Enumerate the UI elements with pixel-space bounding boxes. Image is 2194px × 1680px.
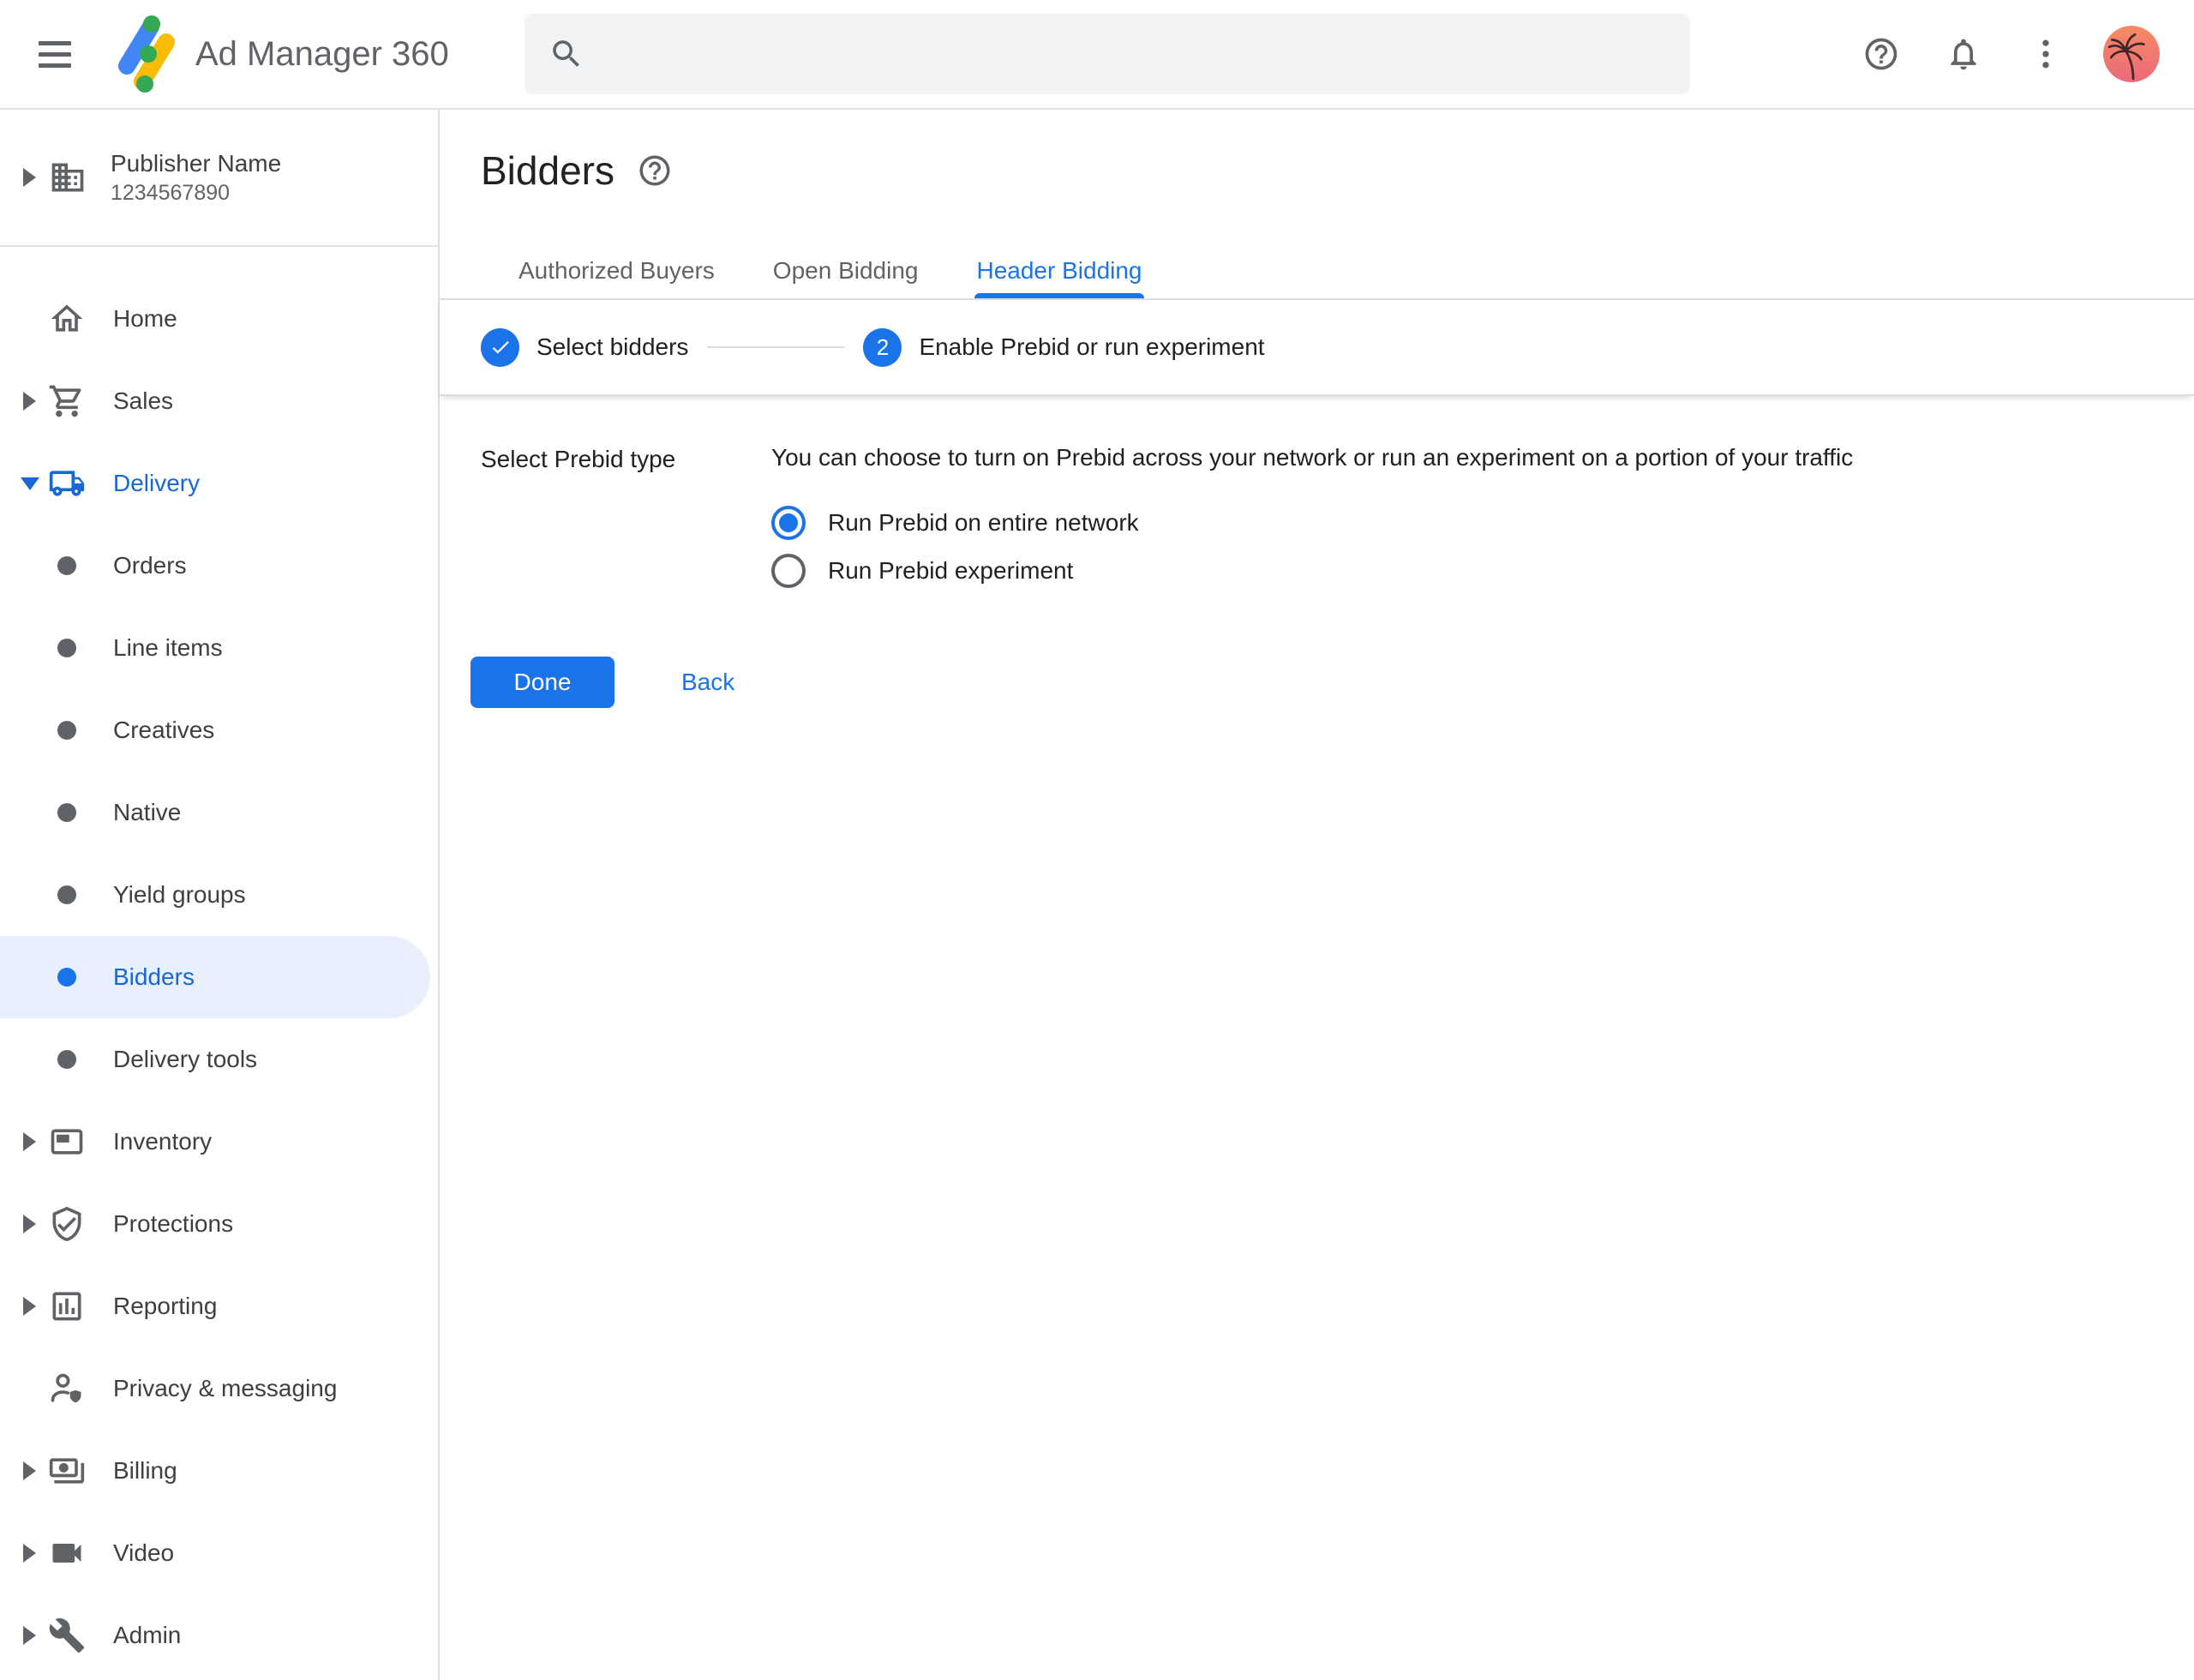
bullet-dot-icon: [48, 1041, 86, 1078]
step-1-completed-check-icon: [481, 328, 519, 367]
ad-manager-logo: [115, 13, 177, 95]
sidebar-item-orders[interactable]: Orders: [0, 525, 430, 607]
tab-open-bidding[interactable]: Open Bidding: [771, 243, 920, 298]
person-shield-icon: [48, 1370, 86, 1407]
sidebar-item-delivery[interactable]: Delivery: [0, 442, 430, 525]
step-connector: [707, 346, 844, 348]
building-icon: [49, 159, 87, 196]
publisher-switcher[interactable]: Publisher Name 1234567890: [0, 110, 438, 247]
help-icon[interactable]: [1849, 22, 1913, 86]
bullet-dot-icon: [48, 958, 86, 996]
search-input[interactable]: [605, 39, 1666, 69]
bar-chart-icon: [48, 1287, 86, 1325]
sidebar-item-delivery-tools[interactable]: Delivery tools: [0, 1018, 430, 1101]
step-2-number: 2: [863, 328, 902, 367]
sidebar-item-inventory[interactable]: Inventory: [0, 1101, 430, 1183]
home-icon: [48, 300, 86, 338]
main-content: Bidders Authorized Buyers Open Bidding H…: [440, 110, 2194, 1680]
radio-unselected-icon: [771, 554, 806, 588]
prebid-type-section: Select Prebid type You can choose to tur…: [440, 396, 2194, 595]
done-button[interactable]: Done: [471, 657, 614, 708]
sidebar: Publisher Name 1234567890 Home: [0, 110, 440, 1680]
prebid-type-radio-group: Run Prebid on entire network Run Prebid …: [771, 499, 2194, 595]
sidebar-item-home[interactable]: Home: [0, 278, 430, 360]
sidebar-item-native[interactable]: Native: [0, 771, 430, 854]
wrench-icon: [48, 1617, 86, 1654]
sidebar-item-protections[interactable]: Protections: [0, 1183, 430, 1265]
tab-authorized-buyers[interactable]: Authorized Buyers: [517, 243, 716, 298]
help-icon[interactable]: [637, 153, 673, 189]
sidebar-item-creatives[interactable]: Creatives: [0, 689, 430, 771]
search-bar[interactable]: [525, 14, 1690, 94]
publisher-name: Publisher Name: [111, 148, 281, 179]
triangle-right-icon: [23, 1626, 36, 1645]
bullet-dot-icon: [48, 629, 86, 667]
more-vertical-icon[interactable]: [2014, 22, 2077, 86]
search-icon: [548, 36, 584, 72]
bullet-dot-icon: [48, 876, 86, 914]
ad-unit-icon: [48, 1123, 86, 1161]
radio-run-prebid-entire-network[interactable]: Run Prebid on entire network: [771, 499, 2194, 547]
step-1-label: Select bidders: [537, 333, 688, 361]
top-app-bar: Ad Manager 360: [0, 0, 2194, 110]
prebid-type-description: You can choose to turn on Prebid across …: [771, 441, 2194, 475]
shield-check-icon: [48, 1205, 86, 1243]
bullet-dot-icon: [48, 711, 86, 749]
notifications-bell-icon[interactable]: [1932, 22, 1995, 86]
menu-icon[interactable]: [24, 23, 86, 85]
triangle-right-icon: [23, 1544, 36, 1563]
sidebar-item-yield-groups[interactable]: Yield groups: [0, 854, 430, 936]
page-title: Bidders: [481, 147, 614, 194]
truck-icon: [48, 465, 86, 502]
app-title: Ad Manager 360: [195, 35, 449, 74]
tab-bar: Authorized Buyers Open Bidding Header Bi…: [440, 243, 2194, 300]
triangle-right-icon: [23, 1297, 36, 1316]
sidebar-item-line-items[interactable]: Line items: [0, 607, 430, 689]
form-actions: Done Back: [471, 657, 2194, 708]
sidebar-item-privacy-messaging[interactable]: Privacy & messaging: [0, 1347, 430, 1430]
radio-selected-icon: [771, 506, 806, 540]
sidebar-item-bidders[interactable]: Bidders: [0, 936, 430, 1018]
payments-icon: [48, 1452, 86, 1490]
publisher-id: 1234567890: [111, 179, 281, 207]
sidebar-nav: Home Sales Delivery: [0, 247, 438, 1677]
back-button[interactable]: Back: [664, 657, 752, 708]
avatar-palm-tree[interactable]: [2103, 26, 2160, 82]
triangle-right-icon: [23, 1461, 36, 1480]
triangle-right-icon: [23, 1215, 36, 1233]
sidebar-item-sales[interactable]: Sales: [0, 360, 430, 442]
bullet-dot-icon: [48, 547, 86, 585]
prebid-type-label: Select Prebid type: [481, 441, 771, 595]
triangle-right-icon: [23, 392, 36, 411]
step-2-label: Enable Prebid or run experiment: [919, 333, 1264, 361]
video-camera-icon: [48, 1534, 86, 1572]
bullet-dot-icon: [48, 794, 86, 831]
stepper: Select bidders 2 Enable Prebid or run ex…: [440, 300, 2194, 396]
cart-icon: [48, 382, 86, 420]
sidebar-item-billing[interactable]: Billing: [0, 1430, 430, 1512]
triangle-right-icon: [23, 1132, 36, 1151]
sidebar-item-admin[interactable]: Admin: [0, 1594, 430, 1677]
sidebar-item-video[interactable]: Video: [0, 1512, 430, 1594]
triangle-right-icon: [23, 168, 36, 187]
tab-header-bidding[interactable]: Header Bidding: [974, 243, 1143, 298]
triangle-down-icon: [21, 477, 39, 490]
sidebar-item-reporting[interactable]: Reporting: [0, 1265, 430, 1347]
radio-run-prebid-experiment[interactable]: Run Prebid experiment: [771, 547, 2194, 595]
